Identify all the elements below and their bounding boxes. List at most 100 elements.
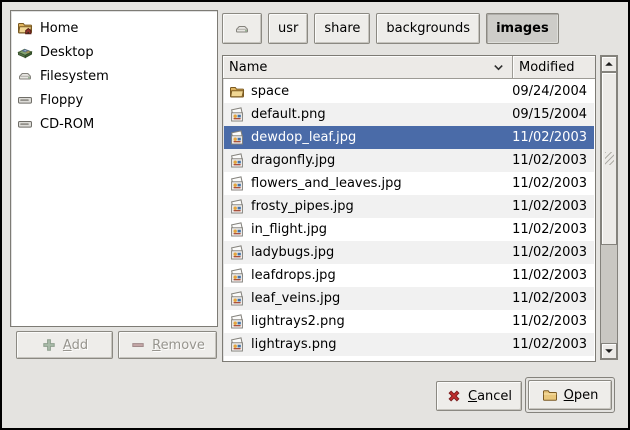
open-button[interactable]: Open xyxy=(528,380,612,410)
arrow-down-icon xyxy=(601,343,617,359)
path-button-backgrounds[interactable]: backgrounds xyxy=(376,13,480,44)
file-name: space xyxy=(251,84,289,99)
path-button-images[interactable]: images xyxy=(486,13,559,44)
open-icon xyxy=(542,387,558,403)
column-header-modified[interactable]: Modified xyxy=(513,56,595,79)
table-row[interactable]: leafdrops.jpg11/02/2003 xyxy=(224,264,594,287)
file-name: default.png xyxy=(251,107,326,122)
file-name-cell: dewdop_leaf.jpg xyxy=(224,130,512,146)
sidebar-item-home[interactable]: Home xyxy=(11,16,217,40)
filesystem-icon xyxy=(234,21,250,37)
table-row[interactable]: ladybugs.jpg11/02/2003 xyxy=(224,241,594,264)
table-row[interactable]: leaf_veins.jpg 11/02/2003 xyxy=(224,287,594,310)
file-name: frosty_pipes.jpg xyxy=(251,199,354,214)
scroll-down-button[interactable] xyxy=(601,343,617,359)
file-modified: 09/24/2004 xyxy=(512,84,594,99)
path-button-label: share xyxy=(324,21,360,36)
file-chooser-dialog: Home Desktop Filesystem Floppy CD-ROM Add Re… xyxy=(0,0,630,430)
scroll-up-button[interactable] xyxy=(601,56,617,72)
image-file-icon xyxy=(229,360,245,361)
sidebar-item-cd-rom[interactable]: CD-ROM xyxy=(11,112,217,136)
image-file-icon xyxy=(229,245,245,261)
file-modified: 11/02/2003 xyxy=(512,291,594,306)
file-modified: 11/02/2003 xyxy=(512,268,594,283)
file-name-cell: flowers_and_leaves.jpg xyxy=(224,176,512,192)
path-button-share[interactable]: share xyxy=(314,13,370,44)
sidebar-item-label: Home xyxy=(40,21,78,36)
sidebar-shortcuts: Home Desktop Filesystem Floppy CD-ROM xyxy=(10,10,218,327)
remove-button[interactable]: Remove xyxy=(118,331,217,359)
add-button-label: Add xyxy=(63,338,88,353)
path-button-root[interactable] xyxy=(222,13,262,44)
remove-button-label: Remove xyxy=(152,338,205,353)
table-row[interactable]: dewdop_leaf.jpg 11/02/2003 xyxy=(224,126,594,149)
path-button-label: images xyxy=(496,21,549,36)
image-file-icon xyxy=(229,291,245,307)
column-header-name[interactable]: Name xyxy=(223,56,513,79)
table-row[interactable]: dragonfly.jpg11/02/2003 xyxy=(224,149,594,172)
scrollbar-thumb[interactable] xyxy=(601,72,617,245)
open-button-default-ring: Open xyxy=(525,377,615,413)
sidebar-item-label: Filesystem xyxy=(40,69,109,84)
file-name: flowers_and_leaves.jpg xyxy=(251,176,402,191)
path-button-usr[interactable]: usr xyxy=(268,13,308,44)
image-file-icon xyxy=(229,199,245,215)
table-row[interactable]: frosty_pipes.jpg11/02/2003 xyxy=(224,195,594,218)
file-name-cell: leafdrops.jpg xyxy=(224,268,512,284)
chevron-down-icon xyxy=(490,59,506,75)
cancel-button-label: Cancel xyxy=(468,389,512,404)
list-header: Name Modified xyxy=(223,56,595,79)
folder-icon xyxy=(229,84,245,100)
remove-icon xyxy=(130,337,146,353)
arrow-up-icon xyxy=(601,56,617,72)
image-file-icon xyxy=(229,337,245,353)
file-name-cell: frosty_pipes.jpg xyxy=(224,199,512,215)
image-file-icon xyxy=(229,176,245,192)
table-row[interactable]: default.png 09/15/2004 xyxy=(224,103,594,126)
file-list: Name Modified space 09/24/2004 default.png… xyxy=(222,55,596,362)
file-name: leaf_veins.jpg xyxy=(251,291,340,306)
sidebar-item-desktop[interactable]: Desktop xyxy=(11,40,217,64)
file-name: ladybugs.jpg xyxy=(251,245,334,260)
file-name-cell xyxy=(224,360,512,361)
file-modified: 11/02/2003 xyxy=(512,176,594,191)
drive-icon xyxy=(17,116,33,132)
sidebar-item-label: CD-ROM xyxy=(40,117,94,132)
path-bar: usr share backgrounds images xyxy=(222,13,559,44)
file-name-cell: dragonfly.jpg xyxy=(224,153,512,169)
file-modified: 11/02/2003 xyxy=(512,130,594,145)
table-row[interactable]: lightrays.png 11/02/2003 xyxy=(224,333,594,356)
sidebar-item-label: Desktop xyxy=(40,45,94,60)
file-name: dewdop_leaf.jpg xyxy=(251,130,356,145)
add-button[interactable]: Add xyxy=(16,331,113,359)
file-name-cell: lightrays2.png xyxy=(224,314,512,330)
filesystem-icon xyxy=(17,68,33,84)
vertical-scrollbar[interactable] xyxy=(600,55,618,360)
file-name-cell: lightrays.png xyxy=(224,337,512,353)
sidebar-item-filesystem[interactable]: Filesystem xyxy=(11,64,217,88)
path-button-label: usr xyxy=(278,21,298,36)
image-file-icon xyxy=(229,130,245,146)
table-row[interactable]: flowers_and_leaves.jpg 11/02/2003 xyxy=(224,172,594,195)
file-name-cell: leaf_veins.jpg xyxy=(224,291,512,307)
file-name-cell: ladybugs.jpg xyxy=(224,245,512,261)
table-row[interactable] xyxy=(224,356,594,360)
cancel-button[interactable]: Cancel xyxy=(436,381,522,411)
image-file-icon xyxy=(229,153,245,169)
table-row[interactable]: lightrays2.png11/02/2003 xyxy=(224,310,594,333)
table-row[interactable]: in_flight.jpg11/02/2003 xyxy=(224,218,594,241)
image-file-icon xyxy=(229,268,245,284)
image-file-icon xyxy=(229,222,245,238)
file-name: lightrays.png xyxy=(251,337,336,352)
add-icon xyxy=(41,337,57,353)
sidebar-item-floppy[interactable]: Floppy xyxy=(11,88,217,112)
file-modified: 11/02/2003 xyxy=(512,153,594,168)
sidebar-item-label: Floppy xyxy=(40,93,83,108)
desktop-icon xyxy=(17,44,33,60)
file-name-cell: in_flight.jpg xyxy=(224,222,512,238)
file-name-cell: default.png xyxy=(224,107,512,123)
file-modified: 11/02/2003 xyxy=(512,337,594,352)
file-modified: 09/15/2004 xyxy=(512,107,594,122)
table-row[interactable]: space 09/24/2004 xyxy=(224,80,594,103)
file-modified: 11/02/2003 xyxy=(512,314,594,329)
